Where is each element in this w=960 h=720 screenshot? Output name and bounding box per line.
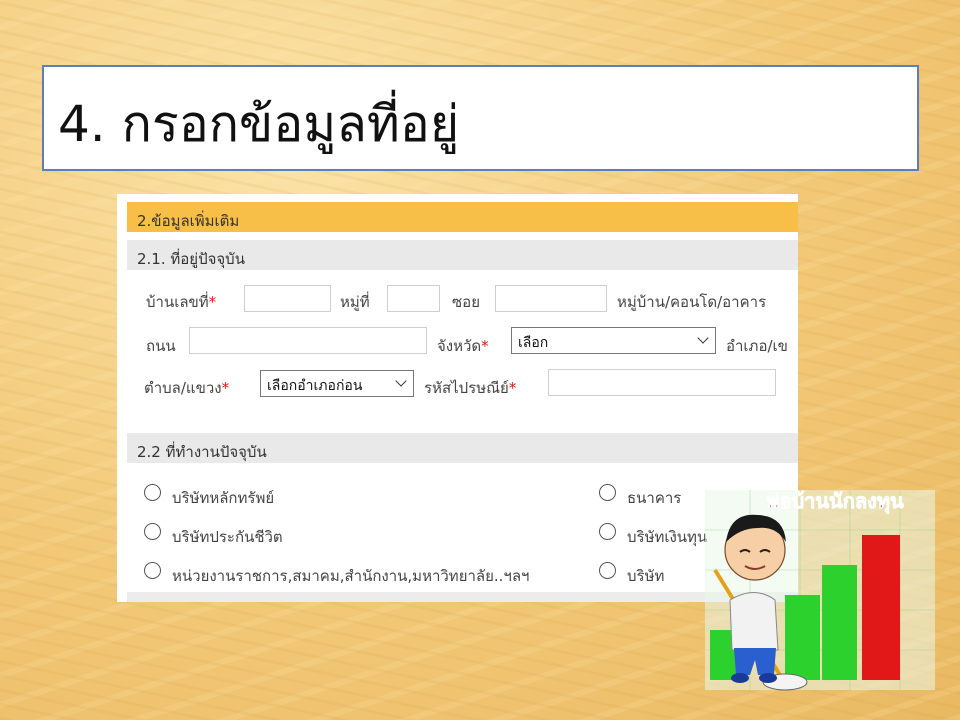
section-header-address: 2.1. ที่อยู่ปัจจุบัน bbox=[127, 240, 798, 270]
radio-label-life-insurance: บริษัทประกันชีวิต bbox=[172, 528, 283, 546]
required-mark: * bbox=[208, 293, 217, 311]
house-no-input[interactable] bbox=[244, 285, 331, 312]
required-mark: * bbox=[221, 379, 230, 397]
subdistrict-select-value: เลือกอำเภอก่อน bbox=[267, 378, 363, 394]
required-mark: * bbox=[508, 379, 517, 397]
subdistrict-label: ตำบล/แขวง* bbox=[144, 379, 230, 397]
section-header-workplace: 2.2 ที่ทำงานปัจจุบัน bbox=[127, 433, 798, 463]
radio-label-government: หน่วยงานราชการ,สมาคม,สำนักงาน,มหาวิทยาลั… bbox=[172, 567, 530, 585]
mascot-caption: พ่อบ้านนักลงทุน bbox=[766, 489, 904, 514]
radio-government[interactable] bbox=[144, 562, 161, 579]
radio-securities[interactable] bbox=[144, 484, 161, 501]
road-input[interactable] bbox=[189, 327, 427, 354]
section-divider bbox=[127, 592, 798, 602]
chevron-down-icon bbox=[697, 332, 709, 344]
radio-finance-company[interactable] bbox=[599, 523, 616, 540]
province-label: จังหวัด* bbox=[437, 337, 489, 355]
radio-company[interactable] bbox=[599, 562, 616, 579]
village-label: หมู่บ้าน/คอนโด/อาคาร bbox=[617, 293, 767, 311]
required-mark: * bbox=[481, 337, 489, 355]
radio-label-securities: บริษัทหลักทรัพย์ bbox=[172, 489, 275, 507]
slide-title-box: 4. กรอกข้อมูลที่อยู่ bbox=[42, 65, 919, 171]
radio-bank[interactable] bbox=[599, 484, 616, 501]
chart-bar bbox=[822, 565, 857, 680]
chevron-down-icon bbox=[395, 375, 407, 387]
radio-label-company: บริษัท bbox=[627, 567, 665, 585]
radio-label-finance-company: บริษัทเงินทุน bbox=[627, 528, 708, 546]
subdistrict-select[interactable]: เลือกอำเภอก่อน bbox=[260, 370, 414, 397]
district-label: อำเภอ/เข bbox=[726, 337, 788, 355]
moo-label: หมู่ที่ bbox=[340, 293, 370, 311]
radio-label-bank: ธนาคาร bbox=[627, 489, 682, 507]
moo-input[interactable] bbox=[387, 285, 440, 312]
section-header-additional-info: 2.ข้อมูลเพิ่มเติม bbox=[127, 202, 798, 232]
province-select-value: เลือก bbox=[518, 335, 549, 351]
road-label: ถนน bbox=[146, 337, 176, 355]
investor-mascot-logo: พ่อบ้านนักลงทุน bbox=[705, 489, 935, 691]
address-form: 2.ข้อมูลเพิ่มเติม 2.1. ที่อยู่ปัจจุบัน บ… bbox=[117, 194, 798, 602]
chart-bar bbox=[862, 535, 900, 680]
slide-title: 4. กรอกข้อมูลที่อยู่ bbox=[58, 95, 460, 153]
chart-bar bbox=[785, 595, 820, 680]
postcode-label: รหัสไปรษณีย์* bbox=[424, 379, 517, 397]
house-no-label: บ้านเลขที่* bbox=[146, 293, 217, 311]
radio-life-insurance[interactable] bbox=[144, 523, 161, 540]
soi-input[interactable] bbox=[495, 285, 607, 312]
postcode-input[interactable] bbox=[548, 369, 776, 396]
soi-label: ซอย bbox=[452, 293, 480, 311]
province-select[interactable]: เลือก bbox=[511, 327, 716, 354]
